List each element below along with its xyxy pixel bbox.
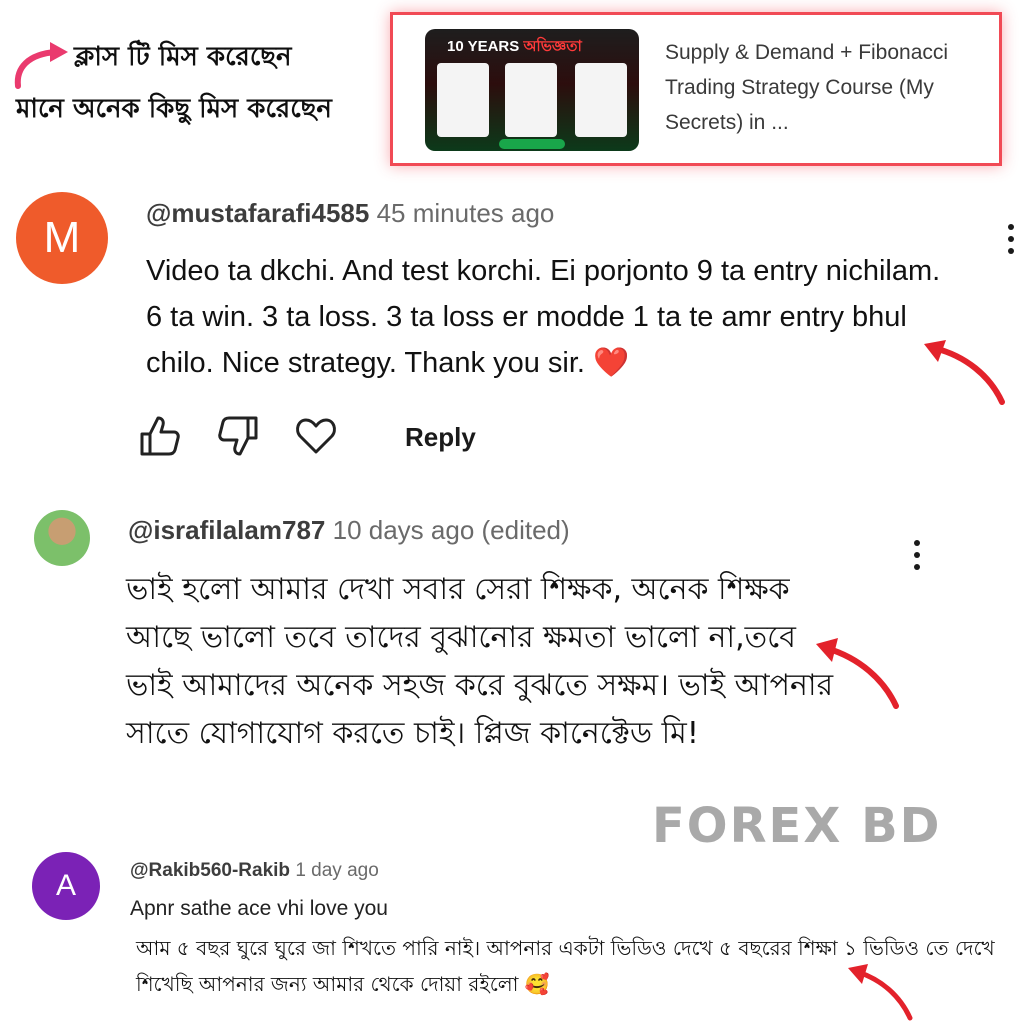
promo-line-2: মানে অনেক কিছু মিস করেছেন <box>16 94 332 124</box>
red-arrow-icon <box>848 964 913 1021</box>
more-options-icon[interactable] <box>914 540 922 576</box>
comment-header: @Rakib560-Rakib 1 day ago <box>130 860 379 882</box>
course-card[interactable]: 10 YEARS অভিজ্ঞতা Supply & Demand + Fibo… <box>390 12 1002 166</box>
course-thumbnail[interactable]: 10 YEARS অভিজ্ঞতা <box>425 29 639 151</box>
avatar[interactable] <box>34 510 90 566</box>
watermark: FOREX BD <box>652 798 942 854</box>
thumbnail-chart-panel <box>437 63 489 137</box>
heart-emoji: ❤️ <box>593 347 630 379</box>
comment-body: Video ta dkchi. And test korchi. Ei porj… <box>146 248 946 386</box>
thumbs-down-icon[interactable] <box>216 414 260 458</box>
comment-text: Video ta dkchi. And test korchi. Ei porj… <box>146 255 941 379</box>
thumbnail-title: 10 YEARS অভিজ্ঞতা <box>447 38 582 55</box>
promo-line-1: ক্লাস টি মিস করেছেন <box>74 42 292 72</box>
smiling-face-emoji: 🥰 <box>524 972 550 996</box>
comment-header: @israfilalam787 10 days ago (edited) <box>128 515 570 546</box>
reply-button[interactable]: Reply <box>405 422 476 453</box>
comment-text: Apnr sathe ace vhi love you <box>130 897 388 920</box>
course-title[interactable]: Supply & Demand + Fibonacci Trading Stra… <box>665 35 985 140</box>
comment-time[interactable]: 1 day ago <box>295 860 378 881</box>
thumbnail-badge <box>499 139 565 149</box>
comment-author[interactable]: @Rakib560-Rakib <box>130 860 290 881</box>
thumbnail-chart-panel <box>505 63 557 137</box>
red-arrow-icon <box>816 638 899 709</box>
thumbs-up-icon[interactable] <box>138 414 182 458</box>
curved-arrow-icon <box>14 42 68 89</box>
comment-author[interactable]: @israfilalam787 <box>128 515 325 545</box>
heart-outline-icon[interactable] <box>294 414 338 458</box>
comment-text: ভাই হলো আমার দেখা সবার সেরা শিক্ষক, অনেক… <box>126 572 834 751</box>
comment-time[interactable]: 45 minutes ago <box>377 198 555 228</box>
thumbnail-chart-panel <box>575 63 627 137</box>
red-arrow-icon <box>924 340 1005 405</box>
more-options-icon[interactable] <box>1008 224 1016 260</box>
comment-time[interactable]: 10 days ago (edited) <box>333 515 570 545</box>
comment-header: @mustafarafi4585 45 minutes ago <box>146 198 554 229</box>
avatar[interactable]: M <box>16 192 108 284</box>
avatar[interactable]: A <box>32 852 100 920</box>
comment-author[interactable]: @mustafarafi4585 <box>146 198 369 228</box>
